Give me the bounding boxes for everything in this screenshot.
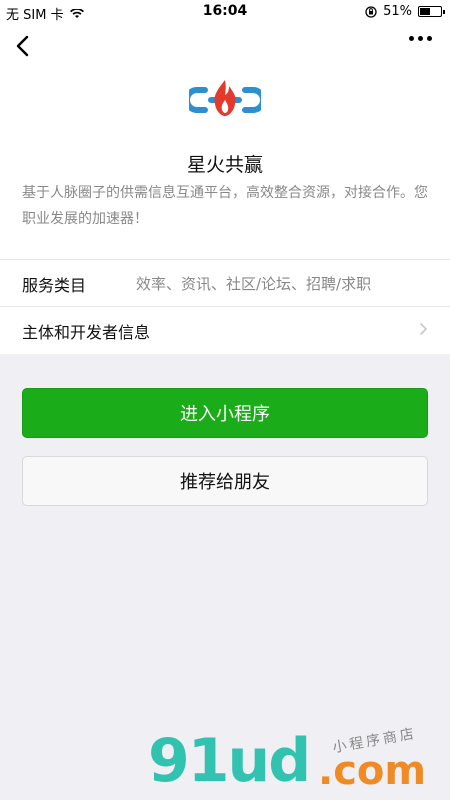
orientation-lock-icon [365, 5, 377, 18]
developer-info-label: 主体和开发者信息 [22, 323, 151, 342]
battery-percent: 51% [383, 4, 412, 19]
watermark: 91ud .com 小程序商店 [148, 726, 448, 800]
service-category-value: 效率、资讯、社区/论坛、招聘/求职 [136, 275, 372, 293]
chevron-right-icon [419, 322, 428, 336]
app-logo [189, 80, 261, 116]
developer-info-row[interactable]: 主体和开发者信息 [0, 306, 450, 352]
battery-level [420, 8, 430, 15]
ellipsis-icon[interactable] [409, 36, 432, 41]
app-name: 星火共赢 [186, 154, 263, 176]
chevron-left-icon[interactable] [10, 32, 36, 60]
app-description: 基于人脉圈子的供需信息互通平台，高效整合资源，对接合作。您职业发展的加速器！ [22, 185, 428, 227]
status-right: 51% [365, 4, 445, 19]
more-dot [427, 36, 432, 41]
service-category-row: 服务类目 效率、资讯、社区/论坛、招聘/求职 [0, 259, 450, 305]
recommend-to-friend-button[interactable]: 推荐给朋友 [22, 456, 428, 506]
enter-mini-program-button[interactable]: 进入小程序 [22, 388, 428, 438]
battery-icon [418, 6, 445, 17]
more-dot [409, 36, 414, 41]
more-dot [418, 36, 423, 41]
watermark-main: 91ud [148, 726, 311, 796]
app-profile-card: 星火共赢 基于人脉圈子的供需信息互通平台，高效整合资源，对接合作。您职业发展的加… [0, 24, 450, 354]
service-category-label: 服务类目 [22, 276, 87, 295]
status-bar: 无 SIM 卡 16:04 51% [0, 0, 450, 24]
